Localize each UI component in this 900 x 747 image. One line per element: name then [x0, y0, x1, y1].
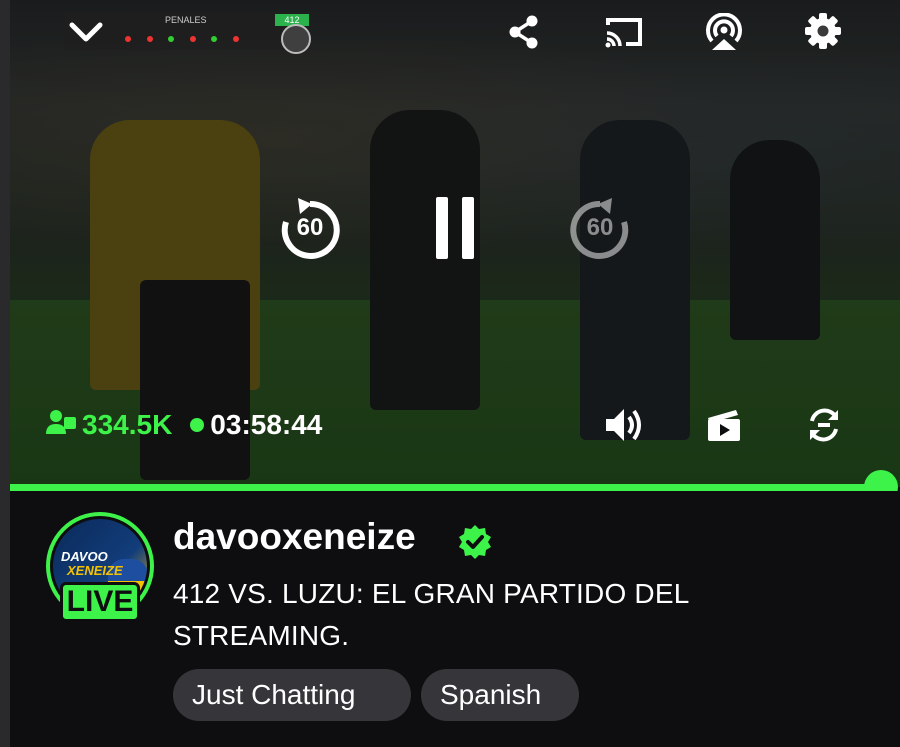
- chevron-down-icon[interactable]: [66, 14, 106, 50]
- elapsed-time: 03:58:44: [210, 409, 323, 440]
- viewers-icon: [46, 409, 76, 442]
- scoreboard-logo: [281, 24, 311, 54]
- rewind-60-icon[interactable]: 60: [276, 196, 344, 264]
- tag-spanish[interactable]: Spanish: [421, 669, 579, 721]
- progress-bar[interactable]: [10, 484, 882, 491]
- scoreboard-label: PENALES: [165, 15, 207, 25]
- live-dot: [190, 418, 205, 432]
- volume-icon[interactable]: [602, 404, 646, 446]
- forward-seconds: 60: [586, 214, 614, 241]
- penalty-dot: [168, 36, 175, 42]
- pause-icon[interactable]: [432, 196, 480, 260]
- forward-60-icon[interactable]: 60: [566, 196, 634, 264]
- background-page-strip: [0, 0, 10, 747]
- avatar-text-line1: DAVOO: [61, 549, 108, 564]
- clip-icon[interactable]: [704, 404, 744, 446]
- live-badge: LIVE: [60, 582, 140, 622]
- rotate-icon[interactable]: [804, 404, 844, 446]
- viewer-count: 334.5K: [82, 409, 173, 440]
- share-icon[interactable]: [504, 12, 544, 52]
- tag-just-chatting[interactable]: Just Chatting: [173, 669, 411, 721]
- stream-stats: 334.5K 03:58:44: [46, 407, 322, 443]
- avatar-text-line2: XENEIZE: [67, 563, 123, 578]
- stream-title: 412 VS. LUZU: EL GRAN PARTIDO DEL STREAM…: [173, 578, 689, 651]
- penalty-dot: [125, 36, 131, 42]
- penalty-dot: [189, 36, 196, 42]
- scoreboard-dots: [125, 34, 252, 44]
- stream-info: DAVOO XENEIZE LIVE davooxeneize 412 VS. …: [10, 491, 900, 747]
- rewind-seconds: 60: [296, 214, 324, 241]
- penalty-dot: [146, 36, 153, 42]
- penalty-dot: [211, 36, 218, 42]
- verified-icon: [457, 524, 493, 565]
- gear-icon[interactable]: [802, 10, 844, 52]
- cast-icon[interactable]: [602, 12, 646, 52]
- channel-name[interactable]: davooxeneize: [173, 516, 416, 558]
- airplay-icon[interactable]: [702, 12, 746, 52]
- penalty-dot: [232, 36, 239, 42]
